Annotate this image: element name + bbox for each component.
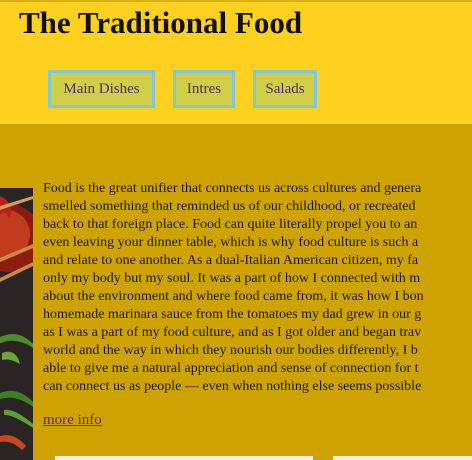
article-line: as I was a part of my food culture, and … [43, 325, 422, 340]
more-info-link[interactable]: more info [43, 412, 102, 429]
food-photo-chilies-chopsticks-icon [0, 188, 33, 460]
article-line: back to that foreign place. Food can qui… [43, 217, 418, 232]
bottom-card-edge [55, 456, 313, 460]
article-line: homemade marinara sauce from the tomatoe… [43, 307, 422, 322]
page-title: The Traditional Food [19, 5, 303, 40]
article-line: even leaving your dinner table, which is… [43, 235, 419, 250]
nav-button-intres[interactable]: Intres [173, 70, 235, 108]
article-line: about the environment and where food cam… [43, 289, 424, 304]
article-line: only my body but my soul. It was a part … [43, 271, 421, 286]
nav-button-salads[interactable]: Salads [253, 70, 317, 108]
article-line: smelled something that reminded us of ou… [43, 199, 416, 214]
article-line: able to give me a natural appreciation a… [43, 361, 419, 376]
nav-button-main-dishes[interactable]: Main Dishes [48, 70, 155, 108]
site-header: The Traditional Food Main Dishes Intres … [0, 0, 472, 124]
article-line: world and the way in which they nourish … [43, 343, 418, 358]
article-text: Food is the great unifier that connects … [43, 180, 472, 396]
article-line: can connect us as people — even when not… [43, 379, 422, 394]
article-line: and relate to one another. As a dual-Ita… [43, 253, 419, 268]
bottom-card-edge [333, 456, 472, 460]
header-divider [0, 0, 472, 2]
food-photo [0, 188, 33, 460]
article-line: Food is the great unifier that connects … [43, 181, 422, 196]
